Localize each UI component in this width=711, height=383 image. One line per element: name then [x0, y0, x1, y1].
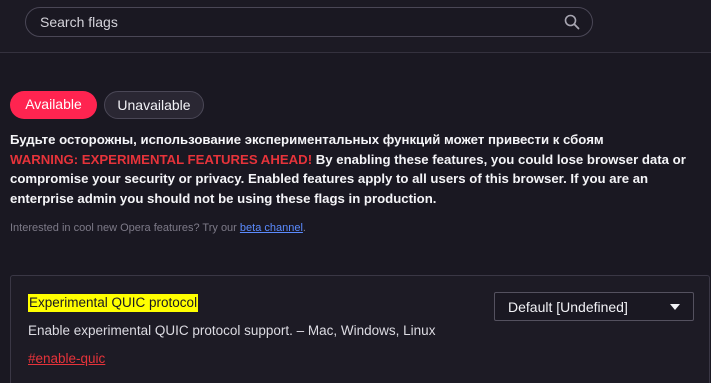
flag-description: Enable experimental QUIC protocol suppor…: [28, 323, 436, 338]
tab-unavailable[interactable]: Unavailable: [104, 91, 204, 119]
flag-anchor-link[interactable]: #enable-quic: [28, 351, 105, 366]
flags-page: AvailableUnavailable Будьте осторожны, и…: [0, 0, 711, 383]
tabs: Available Unavailable: [10, 91, 204, 119]
beta-channel-note: Interested in cool new Opera features? T…: [10, 222, 306, 234]
warning-message: Будьте осторожны, использование эксперим…: [10, 130, 710, 208]
chevron-down-icon: [670, 304, 680, 310]
flag-card: Experimental QUIC protocol Enable experi…: [10, 275, 710, 383]
warning-headline: WARNING: EXPERIMENTAL FEATURES AHEAD!: [10, 151, 313, 167]
beta-channel-link[interactable]: beta channel: [240, 222, 303, 234]
flag-state-select[interactable]: Default [Undefined]: [494, 292, 694, 321]
search-input[interactable]: [40, 8, 560, 36]
beta-note-text: Interested in cool new Opera features? T…: [10, 222, 240, 234]
tab-available[interactable]: Available: [10, 91, 97, 119]
beta-note-suffix: .: [302, 222, 306, 234]
flag-state-value: Default [Undefined]: [508, 299, 628, 315]
flag-title: Experimental QUIC protocol: [28, 294, 199, 312]
warning-russian-line: Будьте осторожны, использование эксперим…: [10, 132, 604, 147]
search-icon[interactable]: [564, 14, 580, 30]
search-box[interactable]: [25, 7, 593, 37]
header: [0, 0, 711, 53]
